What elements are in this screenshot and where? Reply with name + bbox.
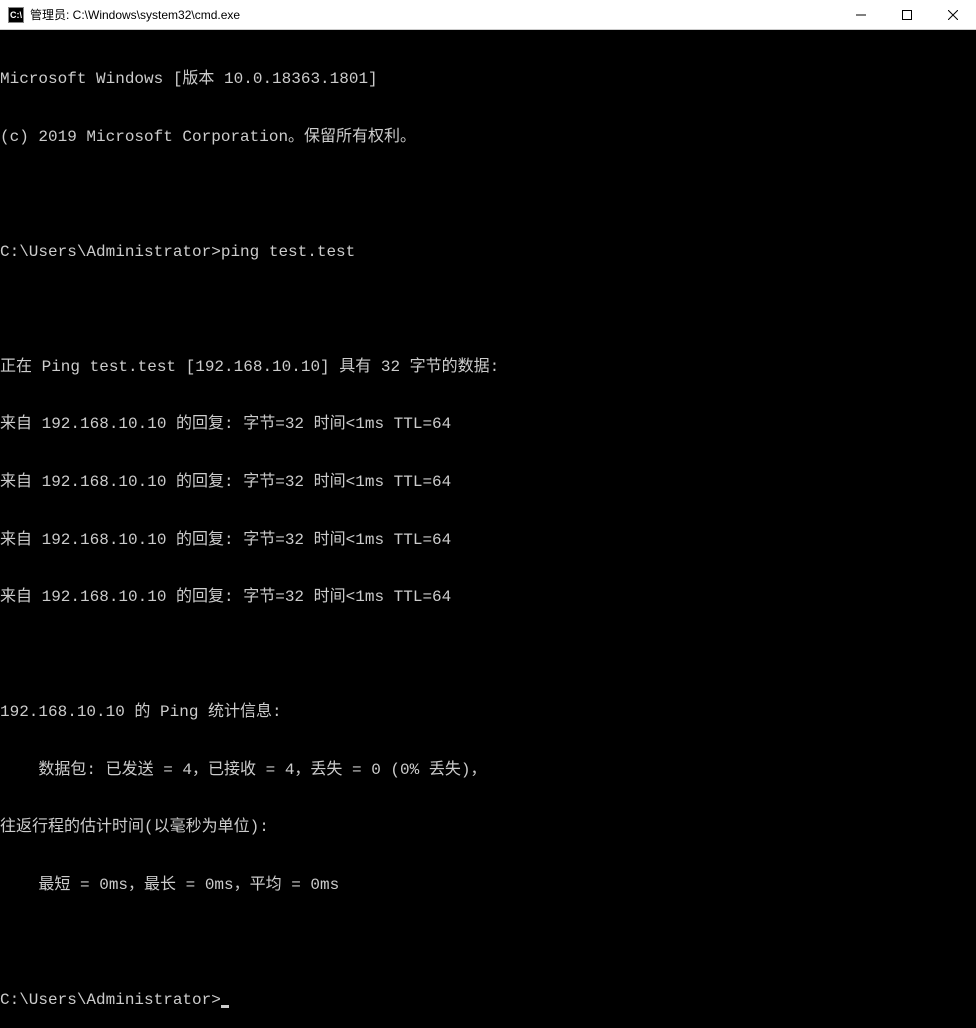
terminal-prompt: C:\Users\Administrator>	[0, 991, 221, 1009]
terminal-line: C:\Users\Administrator>ping test.test	[0, 243, 976, 262]
window-title: 管理员: C:\Windows\system32\cmd.exe	[30, 6, 838, 23]
terminal-line: 来自 192.168.10.10 的回复: 字节=32 时间<1ms TTL=6…	[0, 531, 976, 550]
bottom-overlay-text	[0, 500, 976, 514]
terminal-line	[0, 300, 976, 319]
terminal-line	[0, 646, 976, 665]
terminal-line	[0, 933, 976, 952]
close-button[interactable]	[930, 0, 976, 29]
window-controls	[838, 0, 976, 29]
terminal-line	[0, 186, 976, 205]
terminal-prompt-line: C:\Users\Administrator>	[0, 991, 976, 1010]
terminal-line: 最短 = 0ms，最长 = 0ms，平均 = 0ms	[0, 876, 976, 895]
maximize-button[interactable]	[884, 0, 930, 29]
close-icon	[948, 10, 958, 20]
terminal-line: 正在 Ping test.test [192.168.10.10] 具有 32 …	[0, 358, 976, 377]
cursor	[221, 1005, 229, 1008]
terminal-line: 来自 192.168.10.10 的回复: 字节=32 时间<1ms TTL=6…	[0, 415, 976, 434]
minimize-icon	[856, 10, 866, 20]
terminal-line: 数据包: 已发送 = 4，已接收 = 4，丢失 = 0 (0% 丢失)，	[0, 761, 976, 780]
window-titlebar[interactable]: C:\ 管理员: C:\Windows\system32\cmd.exe	[0, 0, 976, 30]
terminal-line: Microsoft Windows [版本 10.0.18363.1801]	[0, 70, 976, 89]
terminal-line: (c) 2019 Microsoft Corporation。保留所有权利。	[0, 128, 976, 147]
terminal-line: 来自 192.168.10.10 的回复: 字节=32 时间<1ms TTL=6…	[0, 588, 976, 607]
cmd-icon: C:\	[8, 7, 24, 23]
terminal-line: 192.168.10.10 的 Ping 统计信息:	[0, 703, 976, 722]
minimize-button[interactable]	[838, 0, 884, 29]
terminal-line: 往返行程的估计时间(以毫秒为单位):	[0, 818, 976, 837]
maximize-icon	[902, 10, 912, 20]
terminal-line: 来自 192.168.10.10 的回复: 字节=32 时间<1ms TTL=6…	[0, 473, 976, 492]
terminal-output[interactable]: Microsoft Windows [版本 10.0.18363.1801] (…	[0, 30, 976, 1028]
